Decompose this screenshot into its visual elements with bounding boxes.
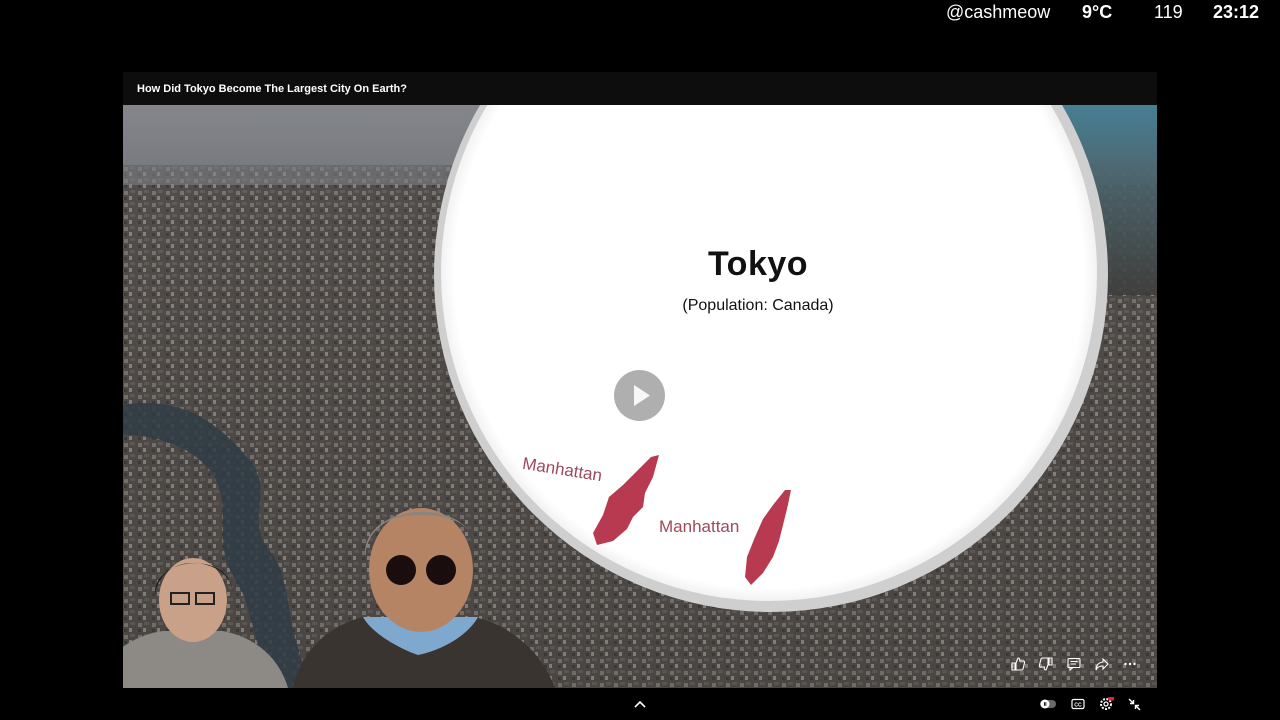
- video-title[interactable]: How Did Tokyo Become The Largest City On…: [137, 83, 407, 95]
- play-icon: [634, 385, 650, 406]
- video-title-bar: How Did Tokyo Become The Largest City On…: [123, 72, 1157, 105]
- population-note: (Population: Canada): [682, 297, 834, 314]
- video-player[interactable]: How Did Tokyo Become The Largest City On…: [123, 72, 1157, 688]
- stream-overlay: @cashmeow 9°C 119 23:12: [0, 0, 1280, 24]
- webcam-person-right: [293, 508, 555, 688]
- settings-icon[interactable]: [1097, 696, 1115, 712]
- exit-fullscreen-icon[interactable]: [1125, 696, 1143, 712]
- svg-text:CC: CC: [1074, 703, 1082, 709]
- play-button[interactable]: [614, 370, 665, 421]
- player-bottom-bar: CC: [0, 688, 1280, 720]
- username-label: @cashmeow: [946, 2, 1051, 22]
- captions-icon[interactable]: CC: [1069, 696, 1087, 712]
- city-heading: Tokyo: [707, 245, 809, 283]
- temperature-label: 9°C: [1082, 2, 1113, 22]
- thumbs-up-icon[interactable]: [1009, 656, 1027, 672]
- video-action-controls: [1009, 656, 1139, 672]
- more-icon[interactable]: [1121, 656, 1139, 672]
- share-icon[interactable]: [1093, 656, 1111, 672]
- comment-icon[interactable]: [1065, 656, 1083, 672]
- count-label: 119: [1154, 2, 1183, 22]
- video-frame[interactable]: Tokyo (Population: Canada) Manhattan Man…: [123, 105, 1157, 688]
- chevron-up-icon[interactable]: [631, 696, 649, 712]
- clock-label: 23:12: [1213, 2, 1260, 22]
- manhattan-label-2: Manhattan: [659, 517, 740, 536]
- autoplay-icon[interactable]: [1039, 696, 1057, 712]
- thumbs-down-icon[interactable]: [1037, 656, 1055, 672]
